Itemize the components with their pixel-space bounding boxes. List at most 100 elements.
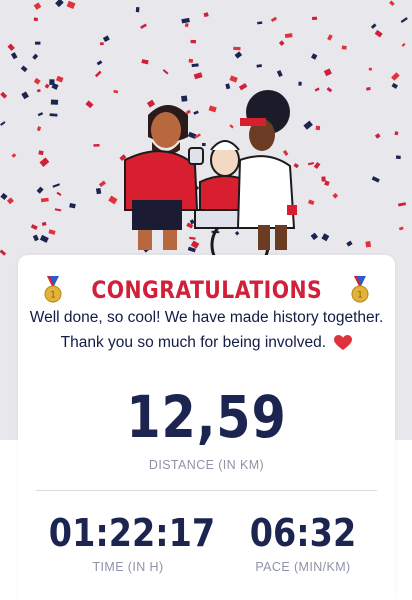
confetti-piece	[374, 29, 383, 38]
pace-value: 06:32	[249, 511, 357, 555]
confetti-piece	[0, 121, 6, 126]
confetti-piece	[346, 240, 353, 247]
runner-woman-figure	[236, 90, 297, 250]
confetti-piece	[256, 64, 262, 68]
confetti-piece	[135, 7, 140, 13]
confetti-piece	[191, 63, 199, 68]
confetti-piece	[140, 23, 147, 30]
confetti-piece	[314, 87, 320, 92]
confetti-piece	[311, 16, 318, 21]
confetti-piece	[282, 149, 289, 156]
confetti-piece	[0, 91, 8, 99]
confetti-piece	[33, 17, 39, 22]
confetti-piece	[69, 202, 76, 209]
confetti-piece	[34, 41, 41, 45]
confetti-piece	[395, 155, 401, 160]
confetti-piece	[39, 234, 49, 243]
confetti-piece	[371, 176, 380, 183]
confetti-piece	[52, 183, 60, 188]
confetti-piece	[193, 110, 199, 115]
confetti-piece	[48, 229, 56, 235]
confetti-piece	[113, 89, 119, 94]
confetti-piece	[270, 16, 278, 23]
confetti-piece	[203, 12, 209, 18]
confetti-piece	[257, 21, 263, 25]
confetti-piece	[189, 219, 195, 225]
confetti-piece	[368, 67, 373, 71]
confetti-piece	[365, 86, 371, 91]
confetti-piece	[391, 82, 399, 89]
confetti-piece	[20, 65, 28, 73]
confetti-piece	[108, 195, 118, 205]
confetti-piece	[307, 161, 315, 166]
confetti-piece	[181, 17, 190, 24]
confetti-piece	[66, 0, 76, 10]
confetti-piece	[36, 126, 42, 132]
confetti-piece	[162, 69, 169, 75]
confetti-piece	[234, 51, 243, 59]
message-line-1: Well done, so cool! We have made history…	[29, 309, 384, 326]
confetti-piece	[389, 0, 395, 6]
confetti-piece	[56, 191, 62, 197]
results-card: 1 CONGRATULATIONS 1 Well done, so cool! …	[18, 255, 395, 600]
confetti-piece	[141, 59, 149, 65]
confetti-piece	[225, 83, 231, 90]
confetti-piece	[49, 113, 58, 117]
distance-value: 12,59	[126, 383, 287, 451]
confetti-piece	[193, 72, 203, 80]
confetti-piece	[188, 58, 194, 63]
message-line-2-wrap: Thank you so much for being involved.	[18, 334, 395, 352]
confetti-piece	[95, 187, 102, 195]
confetti-piece	[365, 241, 372, 248]
confetti-piece	[208, 105, 217, 113]
confetti-piece	[32, 53, 39, 60]
confetti-piece	[49, 79, 55, 85]
confetti-piece	[327, 34, 333, 41]
confetti-piece	[233, 46, 241, 51]
confetti-piece	[370, 23, 377, 29]
svg-text:1: 1	[50, 291, 56, 301]
confetti-piece	[374, 133, 381, 139]
confetti-piece	[56, 75, 64, 83]
confetti-piece	[238, 82, 248, 91]
confetti-piece	[298, 81, 302, 86]
confetti-piece	[6, 197, 14, 205]
confetti-piece	[93, 143, 100, 147]
distance-label: DISTANCE (IN KM)	[148, 458, 265, 472]
confetti-piece	[397, 202, 407, 207]
confetti-piece	[189, 236, 196, 240]
confetti-piece	[39, 157, 50, 167]
confetti-piece	[30, 224, 38, 230]
confetti-piece	[54, 208, 62, 212]
confetti-piece	[44, 83, 50, 89]
confetti-piece	[96, 60, 103, 66]
confetti-piece	[293, 162, 299, 169]
confetti-piece	[181, 95, 188, 102]
confetti-piece	[36, 186, 44, 194]
confetti-piece	[146, 99, 156, 108]
confetti-piece	[229, 124, 234, 129]
confetti-piece	[11, 153, 17, 158]
confetti-piece	[37, 112, 44, 117]
confetti-piece	[32, 234, 39, 242]
confetti-piece	[40, 197, 49, 203]
confetti-piece	[323, 68, 332, 77]
confetti-piece	[307, 199, 315, 205]
confetti-piece	[391, 72, 400, 81]
medal-icon: 1	[351, 276, 369, 303]
confetti-piece	[303, 120, 313, 130]
confetti-piece	[98, 180, 106, 188]
time-label: TIME (IN H)	[92, 560, 164, 574]
time-value: 01:22:17	[48, 511, 216, 555]
confetti-piece	[321, 176, 326, 182]
divider	[36, 490, 377, 491]
confetti-piece	[400, 17, 408, 24]
medal-icon: 1	[44, 276, 62, 303]
confetti-piece	[341, 45, 347, 50]
confetti-piece	[38, 150, 44, 156]
confetti-piece	[21, 91, 29, 100]
confetti-piece	[94, 70, 102, 78]
confetti-piece	[102, 35, 110, 43]
confetti-piece	[332, 192, 339, 199]
confetti-piece	[7, 43, 15, 51]
